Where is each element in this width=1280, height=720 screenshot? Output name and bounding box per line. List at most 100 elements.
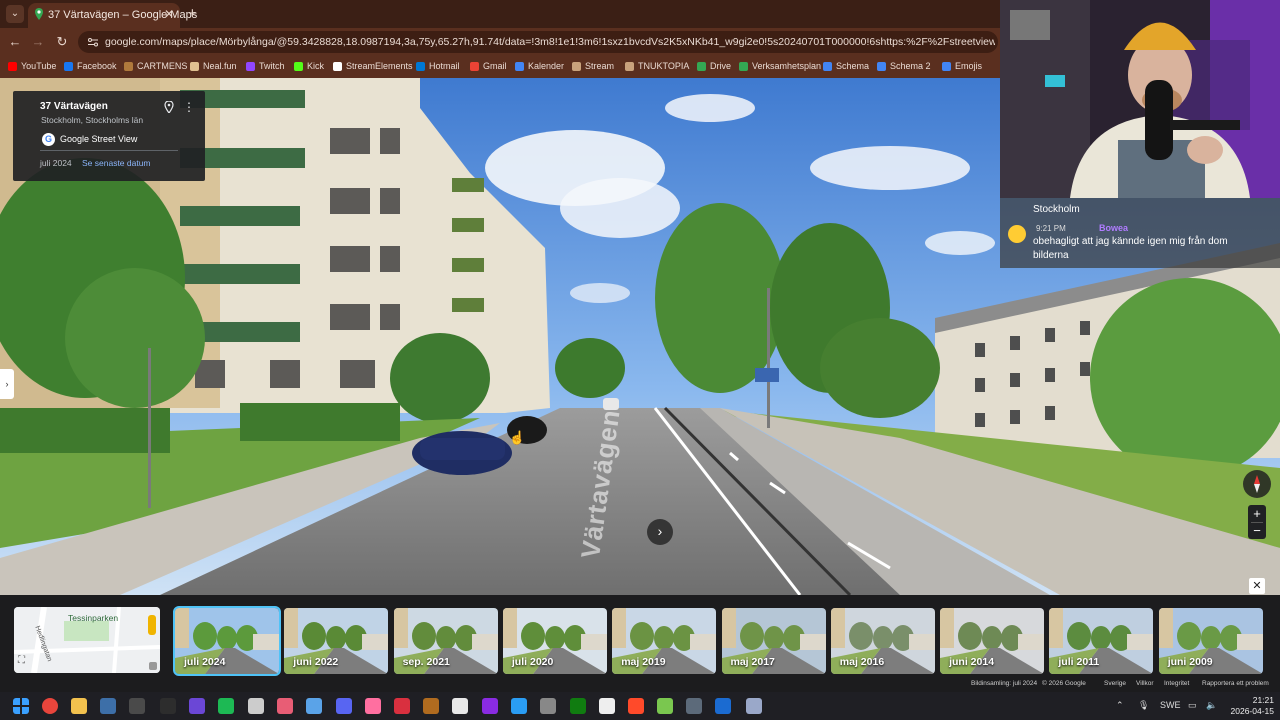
tab-list-button[interactable]: ⌄ bbox=[6, 5, 24, 23]
streamlabs-icon[interactable] bbox=[394, 698, 410, 714]
new-tab-button[interactable]: + bbox=[188, 5, 197, 22]
cortana-icon[interactable] bbox=[482, 698, 498, 714]
bookmark-twitch[interactable]: Twitch bbox=[246, 61, 285, 71]
timeline-thumbnail[interactable]: juni 2014 bbox=[940, 608, 1045, 674]
address-city: Stockholm, Stockholms län bbox=[41, 115, 144, 125]
mini-map[interactable]: Tessinparken Hedlingatan ⛶ bbox=[14, 607, 160, 673]
bookmark-label: CARTMENS bbox=[137, 61, 188, 71]
network-icon[interactable]: ▭ bbox=[1188, 700, 1197, 711]
timeline-thumbnail[interactable]: juni 2022 bbox=[284, 608, 389, 674]
timeline-thumbnail[interactable]: maj 2017 bbox=[721, 608, 826, 674]
davinci-icon[interactable] bbox=[686, 698, 702, 714]
thumbnail-date: maj 2016 bbox=[839, 656, 885, 668]
bookmark-youtube[interactable]: YouTube bbox=[8, 61, 56, 71]
system-clock[interactable]: 21:21 2026-04-15 bbox=[1226, 695, 1274, 717]
media-icon[interactable] bbox=[452, 698, 468, 714]
edge-icon[interactable] bbox=[715, 698, 731, 714]
url-text: google.com/maps/place/Mörbylånga/@59.342… bbox=[105, 36, 995, 48]
bookmark-facebook[interactable]: Facebook bbox=[64, 61, 117, 71]
bookmark-tnuktopia[interactable]: TNUKTOPIA bbox=[625, 61, 689, 71]
bookmark-verksamhetsplan[interactable]: Verksamhetsplan bbox=[739, 61, 821, 71]
bookmark-label: Verksamhetsplan bbox=[752, 61, 822, 71]
bookmark-label: Drive bbox=[710, 61, 732, 71]
zoom-in-button[interactable]: + bbox=[1248, 505, 1266, 522]
timeline-thumbnail[interactable]: juli 2024 bbox=[173, 606, 281, 676]
photos-icon[interactable] bbox=[365, 698, 381, 714]
zoom-out-button[interactable]: − bbox=[1248, 522, 1266, 539]
compass-icon[interactable] bbox=[1243, 470, 1271, 498]
see-latest-date-link[interactable]: Se senaste datum bbox=[82, 158, 151, 168]
mouse-cursor-icon: ☝ bbox=[509, 430, 526, 445]
language-indicator[interactable]: SWE bbox=[1160, 700, 1181, 710]
bookmark-label: Neal.fun bbox=[203, 61, 237, 71]
maps-pin-icon[interactable] bbox=[277, 698, 293, 714]
bookmark-cartmens[interactable]: CARTMENS bbox=[124, 61, 187, 71]
discord-icon[interactable] bbox=[336, 698, 352, 714]
bookmark-emojis[interactable]: Emojis bbox=[942, 61, 982, 71]
bookmark-kalender[interactable]: Kalender bbox=[515, 61, 564, 71]
forward-icon[interactable]: → bbox=[29, 33, 47, 51]
footer-link[interactable]: Rapportera ett problem bbox=[1202, 680, 1269, 687]
close-street-view-button[interactable]: ✕ bbox=[1249, 578, 1265, 594]
app-icon-orange[interactable] bbox=[423, 698, 439, 714]
bookmark-icon bbox=[8, 61, 17, 71]
bookmark-neal-fun[interactable]: Neal.fun bbox=[190, 61, 237, 71]
steam-icon[interactable] bbox=[100, 698, 116, 714]
bookmark-icon bbox=[333, 61, 342, 71]
bookmark-stream[interactable]: Stream bbox=[572, 61, 614, 71]
reload-icon[interactable]: ↻ bbox=[53, 33, 71, 51]
address-bar[interactable]: google.com/maps/place/Mörbylånga/@59.342… bbox=[78, 31, 998, 53]
ea-icon[interactable] bbox=[628, 698, 644, 714]
windows-start-icon[interactable] bbox=[13, 698, 29, 714]
site-info-icon[interactable] bbox=[87, 36, 99, 48]
settings-icon[interactable] bbox=[248, 698, 264, 714]
chrome-icon[interactable] bbox=[42, 698, 58, 714]
network-tool-icon[interactable] bbox=[746, 698, 762, 714]
bookmark-schema[interactable]: Schema bbox=[823, 61, 869, 71]
tab-close-icon[interactable]: ✕ bbox=[164, 7, 174, 21]
timeline-thumbnail[interactable]: maj 2019 bbox=[612, 608, 717, 674]
expand-map-icon[interactable]: ⛶ bbox=[18, 655, 32, 669]
bookmark-icon bbox=[697, 61, 706, 71]
file-explorer-icon[interactable] bbox=[71, 698, 87, 714]
xbox-icon[interactable] bbox=[570, 698, 586, 714]
app-grid-icon[interactable] bbox=[189, 698, 205, 714]
edit-icon[interactable] bbox=[511, 698, 527, 714]
bookmark-gmail[interactable]: Gmail bbox=[470, 61, 507, 71]
bookmark-streamelements[interactable]: StreamElements bbox=[333, 61, 413, 71]
map-footer: Bildinsamling: juli 2024 © 2026 Google Sve… bbox=[960, 679, 1280, 690]
terminal-icon[interactable] bbox=[160, 698, 176, 714]
bookmark-icon bbox=[64, 61, 73, 71]
github-icon[interactable] bbox=[599, 698, 615, 714]
navigate-forward-arrow[interactable]: › bbox=[647, 519, 673, 545]
shield-icon[interactable] bbox=[657, 698, 673, 714]
spotify-icon[interactable] bbox=[218, 698, 234, 714]
bookmark-kick[interactable]: Kick bbox=[294, 61, 324, 71]
calculator-icon[interactable] bbox=[540, 698, 556, 714]
location-pin-icon[interactable] bbox=[164, 101, 174, 113]
footer-link[interactable]: Integritet bbox=[1164, 680, 1189, 687]
back-icon[interactable]: ← bbox=[6, 33, 24, 51]
tray-overflow-icon[interactable]: ⌃ bbox=[1116, 700, 1124, 711]
bookmark-schema-2[interactable]: Schema 2 bbox=[877, 61, 931, 71]
bookmark-drive[interactable]: Drive bbox=[697, 61, 731, 71]
footer-link[interactable]: Villkor bbox=[1136, 680, 1154, 687]
footer-link[interactable]: Sverige bbox=[1104, 680, 1126, 687]
timeline-thumbnail[interactable]: juli 2011 bbox=[1049, 608, 1154, 674]
timeline-thumbnail[interactable]: juli 2020 bbox=[502, 608, 607, 674]
timeline-thumbnail[interactable]: sep. 2021 bbox=[393, 608, 498, 674]
microphone-icon[interactable]: 🎙 bbox=[1138, 700, 1149, 711]
chat-timestamp: 9:21 PM bbox=[1036, 224, 1066, 233]
bookmark-icon bbox=[470, 61, 479, 71]
more-options-icon[interactable]: ⋮ bbox=[183, 101, 195, 113]
bookmark-hotmail[interactable]: Hotmail bbox=[416, 61, 460, 71]
volume-icon[interactable]: 🔈 bbox=[1206, 700, 1217, 711]
vpn-icon[interactable] bbox=[306, 698, 322, 714]
timeline-thumbnail[interactable]: maj 2016 bbox=[830, 608, 935, 674]
footer-link: © 2026 Google bbox=[1042, 680, 1086, 687]
timeline-thumbnail[interactable]: juni 2009 bbox=[1158, 608, 1263, 674]
obs-icon[interactable] bbox=[129, 698, 145, 714]
expand-side-panel-button[interactable]: › bbox=[0, 369, 14, 399]
active-tab[interactable]: 37 Värtavägen – Google Maps ✕ bbox=[28, 3, 197, 28]
address-title: 37 Värtavägen bbox=[40, 101, 108, 112]
